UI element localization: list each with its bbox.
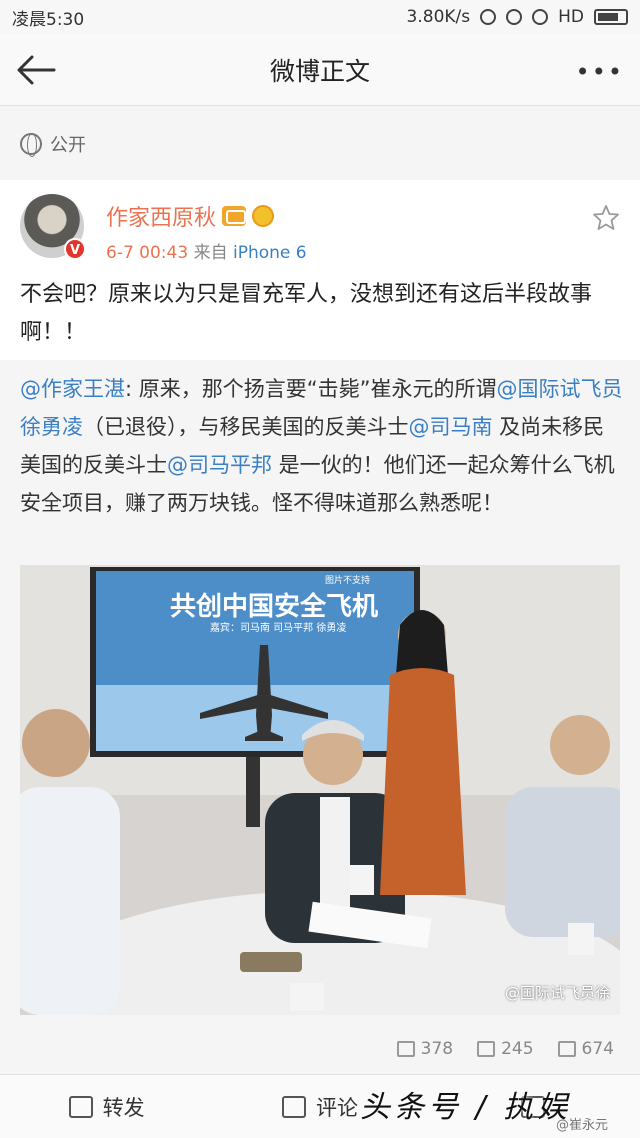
overlay-watermark-small: @崔永元 — [556, 1118, 609, 1133]
repost-label: 转发 — [102, 1095, 145, 1120]
mention-author[interactable]: @作家王湛 — [20, 377, 125, 401]
comment-icon — [281, 1095, 306, 1118]
repost-photo[interactable]: 共创中国安全飞机 图片不支持 嘉宾：司马南 司马平邦 徐勇凌 @国际试飞员徐 — [20, 565, 620, 1015]
repost-count-value: 378 — [420, 1039, 454, 1059]
like-count-value: 674 — [581, 1039, 614, 1059]
wifi-icon — [532, 9, 549, 25]
level-medal-icon — [252, 205, 275, 227]
mention-simanan[interactable]: @司马南 — [409, 415, 493, 439]
post-text: 不会吧？原来以为只是冒充军人，没想到还有这后半段故事啊！！ — [20, 282, 593, 345]
page-title: 微博正文 — [269, 56, 370, 86]
status-time: 凌晨5:30 — [12, 9, 85, 30]
source-prefix: 来自 — [193, 243, 228, 263]
post-card: V 作家西原秋 6-7 00:43 来自 iPhone 6 不会吧？原来以为只是… — [0, 180, 640, 360]
author-row: 作家西原秋 — [106, 200, 275, 232]
author-name[interactable]: 作家西原秋 — [106, 200, 216, 232]
visibility-label: 公开 — [50, 135, 86, 156]
more-icon[interactable]: ••• — [576, 58, 624, 86]
comment-count-value: 245 — [501, 1039, 534, 1059]
counts-row: 378 245 674 — [0, 1024, 640, 1074]
share-icon — [396, 1041, 415, 1057]
screen-tag: 图片不支持 — [325, 574, 370, 586]
overlay-watermark: 头条号 / 执娱 — [360, 1090, 572, 1125]
mention-simapingbang[interactable]: @司马平邦 — [167, 453, 272, 477]
post-source: iPhone 6 — [232, 243, 307, 263]
like-count[interactable]: 674 — [557, 1039, 614, 1059]
status-bar: 凌晨5:30 3.80K/s HD — [0, 0, 640, 34]
visibility-row: 公开 — [0, 118, 640, 170]
network-type: HD — [558, 7, 584, 27]
back-arrow-icon[interactable] — [14, 52, 58, 88]
screen-sub: 嘉宾：司马南 司马平邦 徐勇凌 — [210, 621, 346, 634]
repost-part2: （已退役），与移民美国的反美斗士 — [83, 415, 409, 439]
nav-bar: 微博正文 ••• — [0, 34, 640, 106]
globe-icon — [20, 133, 42, 157]
alarm-icon — [506, 9, 523, 25]
sync-icon — [480, 9, 497, 25]
repost-count[interactable]: 378 — [396, 1039, 454, 1059]
status-icons: 3.80K/s HD — [407, 7, 628, 27]
repost-button[interactable]: 转发 — [0, 1092, 213, 1122]
screen-title: 共创中国安全飞机 — [170, 591, 378, 622]
photo-illustration: 共创中国安全飞机 图片不支持 嘉宾：司马南 司马平邦 徐勇凌 — [20, 565, 620, 1015]
post-meta: 6-7 00:43 来自 iPhone 6 — [106, 238, 307, 263]
thumbs-up-icon — [557, 1041, 576, 1057]
photo-watermark: @国际试飞员徐 — [504, 984, 610, 1002]
repost-text: @作家王湛: 原来，那个扬言要“击毙”崔永元的所谓@国际试飞员徐勇凌（已退役），… — [20, 370, 624, 522]
post-time: 6-7 00:43 — [106, 243, 189, 263]
verified-badge-icon: V — [64, 238, 86, 260]
vip-crown-icon — [222, 206, 247, 226]
repost-block[interactable]: @作家王湛: 原来，那个扬言要“击毙”崔永元的所谓@国际试飞员徐勇凌（已退役），… — [0, 360, 640, 1020]
battery-icon — [594, 9, 628, 25]
network-speed: 3.80K/s — [406, 7, 471, 27]
favorite-star-icon[interactable] — [592, 204, 620, 232]
share-icon — [68, 1095, 93, 1118]
comment-icon — [477, 1041, 496, 1057]
repost-part1: : 原来，那个扬言要“击毙”崔永元的所谓 — [125, 377, 497, 401]
comment-count[interactable]: 245 — [477, 1039, 534, 1059]
comment-label: 评论 — [315, 1095, 358, 1120]
